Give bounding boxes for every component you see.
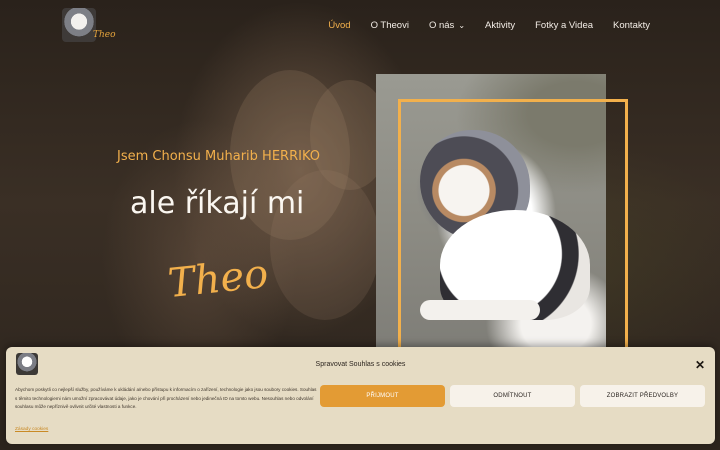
nav-item-aktivity[interactable]: Aktivity [485, 20, 515, 31]
photo-frame [398, 99, 628, 357]
logo-text: Theo [93, 30, 116, 40]
cookie-description: Abychom poskytli co nejlepší služby, pou… [15, 387, 317, 410]
nav-item-o-theovi[interactable]: O Theovi [371, 20, 409, 31]
cookie-consent-banner: Spravovat Souhlas s cookies ✕ Abychom po… [6, 347, 715, 444]
main-nav: Úvod O Theovi O nás ⌄ Aktivity Fotky a V… [328, 20, 650, 31]
chevron-down-icon: ⌄ [458, 21, 466, 30]
deny-button[interactable]: ODMÍTNOUT [450, 385, 575, 407]
nav-item-kontakty[interactable]: Kontakty [613, 20, 650, 31]
accept-button[interactable]: PŘIJMOUT [320, 385, 445, 407]
hero-subtitle: Jsem Chonsu Muharib HERRIKO [117, 149, 320, 164]
site-header: Theo Úvod O Theovi O nás ⌄ Aktivity Fotk… [0, 0, 720, 56]
hero-heading: ale říkají mi [130, 186, 305, 221]
nav-item-fotky-a-videa[interactable]: Fotky a Videa [535, 20, 593, 31]
close-icon[interactable]: ✕ [695, 358, 705, 372]
nav-item-o-nas[interactable]: O nás ⌄ [429, 20, 465, 31]
nav-item-o-nas-label: O nás [428, 20, 455, 31]
site-logo[interactable]: Theo [62, 8, 116, 46]
nav-item-uvod[interactable]: Úvod [328, 20, 350, 31]
cookie-title: Spravovat Souhlas s cookies [315, 361, 406, 368]
cookie-policy-link[interactable]: Zásady cookies [15, 427, 48, 432]
logo-dog-image [62, 8, 96, 42]
preferences-button[interactable]: ZOBRAZIT PŘEDVOLBY [580, 385, 705, 407]
